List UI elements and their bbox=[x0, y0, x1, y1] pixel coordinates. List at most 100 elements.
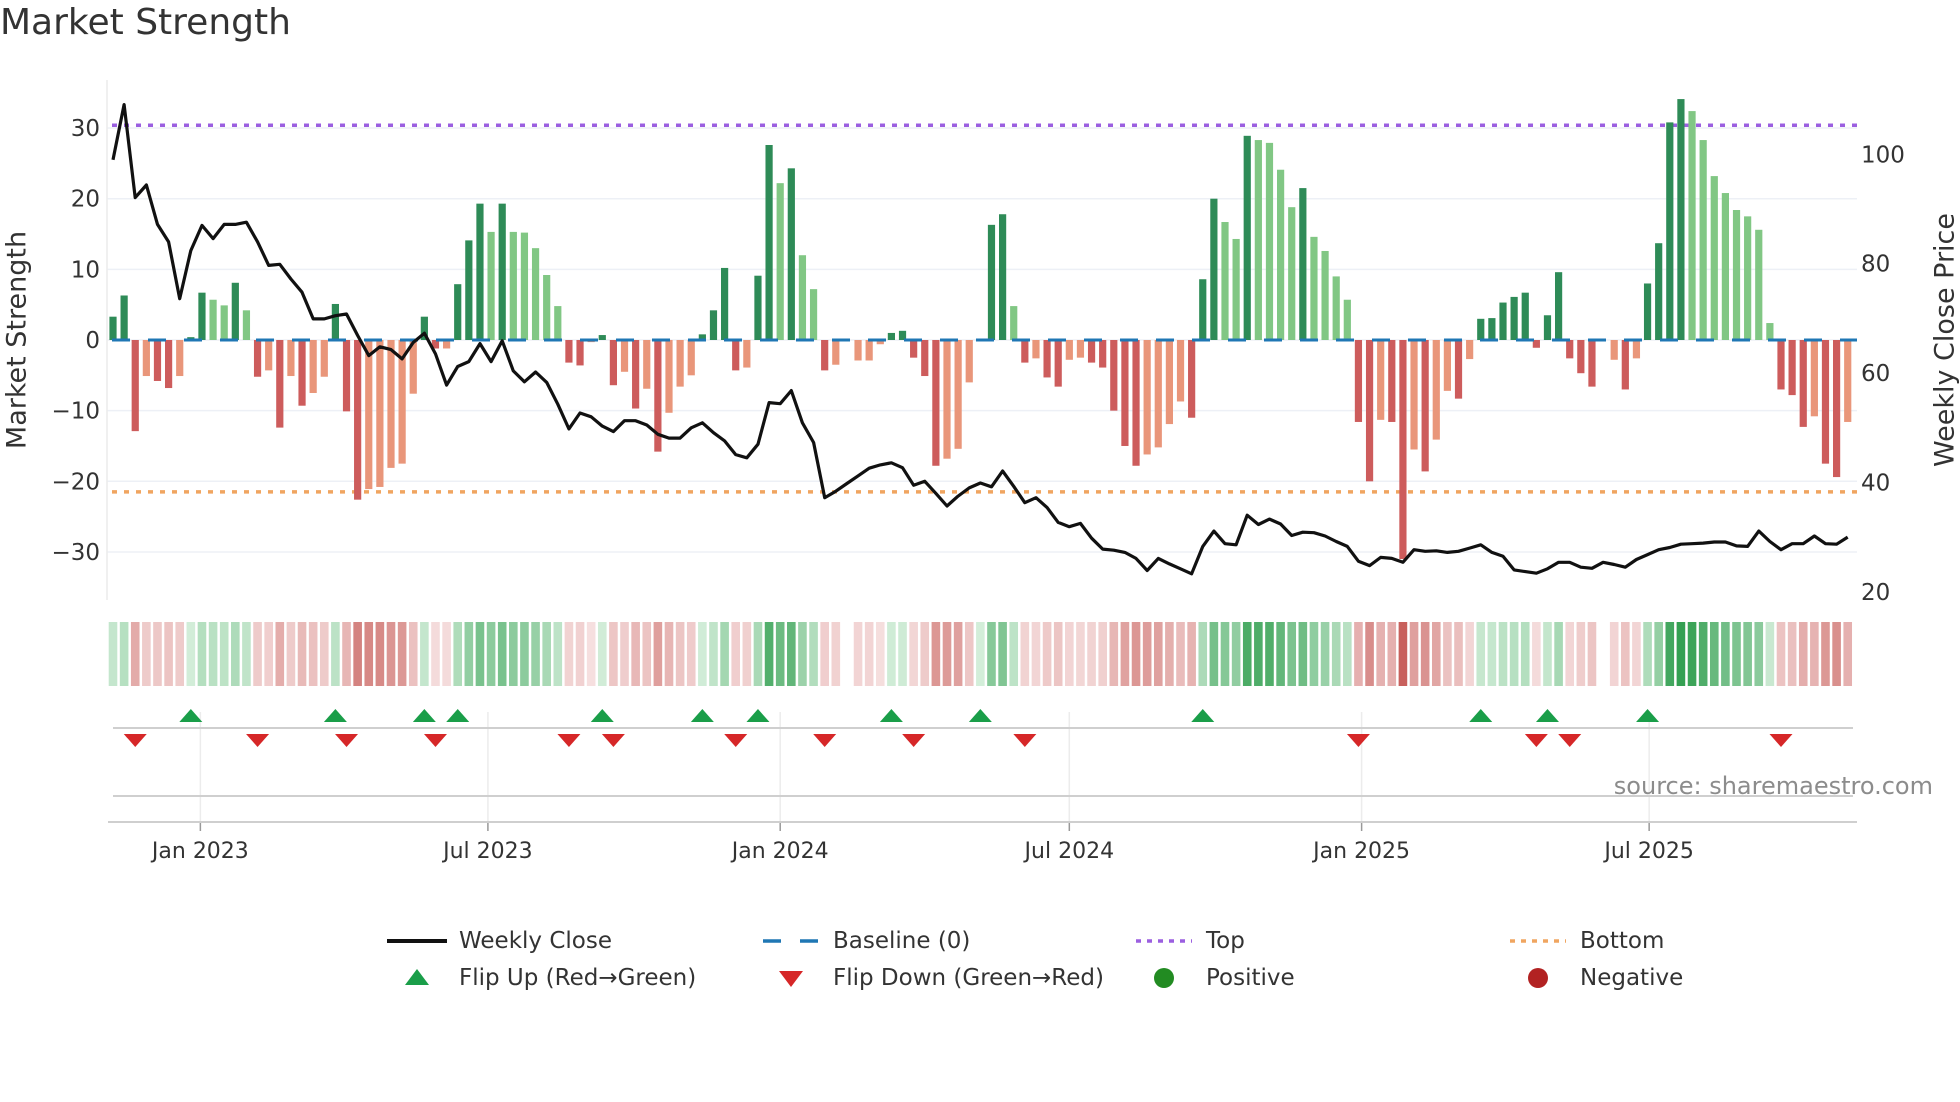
strength-bar bbox=[1788, 340, 1796, 396]
heatmap-cell bbox=[964, 622, 974, 686]
heatmap-cell bbox=[898, 622, 907, 686]
heatmap-cell bbox=[1643, 622, 1652, 686]
heatmap-cell bbox=[119, 622, 129, 686]
heatmap-cell bbox=[1665, 622, 1675, 686]
heatmap-cell bbox=[1265, 622, 1274, 686]
strength-bar bbox=[520, 232, 529, 340]
strength-bar bbox=[821, 340, 829, 371]
strength-bar bbox=[309, 340, 317, 393]
legend-item-positive[interactable]: Positive bbox=[1134, 963, 1295, 993]
heatmap-cell bbox=[998, 622, 1007, 686]
heatmap-cell bbox=[542, 622, 551, 686]
heatmap-cell bbox=[1298, 622, 1308, 686]
heatmap-cell bbox=[698, 622, 707, 686]
strength-bar bbox=[131, 340, 139, 432]
flip-up-marker bbox=[690, 709, 714, 722]
triangle-down-icon bbox=[779, 971, 803, 987]
heatmap-cell bbox=[1821, 622, 1830, 686]
heatmap-cell bbox=[164, 622, 173, 686]
strength-bar bbox=[1766, 323, 1774, 340]
x-tick-label: Jan 2024 bbox=[730, 839, 829, 864]
heatmap-cell bbox=[742, 622, 752, 686]
strength-bar bbox=[1721, 193, 1729, 340]
dashed-line-icon bbox=[763, 939, 819, 943]
heatmap-cell bbox=[208, 622, 218, 686]
heatmap-cell bbox=[442, 622, 451, 686]
heatmap-cell bbox=[731, 622, 741, 686]
flip-down-marker bbox=[123, 734, 147, 747]
legend-item-flip-down[interactable]: Flip Down (Green→Red) bbox=[761, 963, 1104, 993]
strength-bar bbox=[242, 310, 251, 340]
strength-bar bbox=[732, 340, 740, 371]
strength-bar bbox=[1377, 340, 1385, 420]
legend-item-negative[interactable]: Negative bbox=[1508, 963, 1683, 993]
heatmap-cell bbox=[809, 622, 818, 686]
strength-bar bbox=[365, 340, 373, 490]
strength-bar bbox=[1655, 243, 1663, 340]
heatmap-cell bbox=[1409, 622, 1419, 686]
legend-item-baseline[interactable]: Baseline (0) bbox=[761, 926, 970, 956]
heatmap-cell bbox=[475, 622, 485, 686]
strength-bar bbox=[1632, 340, 1641, 359]
flip-down-marker bbox=[423, 734, 447, 747]
y-right-tick-label: 60 bbox=[1861, 361, 1890, 387]
strength-bar bbox=[576, 340, 584, 366]
heatmap-cell bbox=[1098, 622, 1107, 686]
heatmap-cell bbox=[1031, 622, 1041, 686]
legend-item-flip-up[interactable]: Flip Up (Red→Green) bbox=[387, 963, 696, 993]
heatmap-cell bbox=[453, 622, 463, 686]
heatmap-cell bbox=[353, 622, 362, 686]
strength-bar bbox=[1210, 198, 1218, 340]
flip-down-marker bbox=[1558, 734, 1582, 747]
strength-bar bbox=[1466, 340, 1474, 360]
flip-up-marker bbox=[412, 709, 436, 722]
legend-item-weekly-close[interactable]: Weekly Close bbox=[387, 926, 612, 956]
heatmap-cell bbox=[1320, 622, 1330, 686]
strength-bar bbox=[1176, 340, 1185, 402]
strength-bar bbox=[620, 340, 629, 372]
flip-up-marker bbox=[1636, 709, 1660, 722]
strength-bar bbox=[609, 340, 617, 386]
green-circle-icon bbox=[1154, 968, 1174, 988]
heatmap-cell bbox=[308, 622, 318, 686]
heatmap-cell bbox=[953, 622, 963, 686]
legend-item-top[interactable]: Top bbox=[1134, 926, 1245, 956]
heatmap-cell bbox=[342, 622, 351, 686]
flip-up-marker bbox=[323, 709, 347, 722]
strength-bar bbox=[665, 340, 673, 413]
heatmap-cell bbox=[1431, 622, 1441, 686]
heatmap-cell bbox=[1676, 622, 1686, 686]
y-right-tick-label: 80 bbox=[1861, 252, 1890, 278]
strength-bar bbox=[253, 340, 262, 377]
flip-down-marker bbox=[246, 734, 270, 747]
heatmap-cell bbox=[1209, 622, 1219, 686]
strength-bar bbox=[643, 340, 651, 389]
strength-bar bbox=[709, 310, 718, 340]
heatmap-cell bbox=[875, 622, 885, 686]
heatmap-cell bbox=[253, 622, 262, 686]
legend-item-bottom[interactable]: Bottom bbox=[1508, 926, 1664, 956]
legend-label: Positive bbox=[1206, 965, 1295, 991]
x-tick-label: Jul 2023 bbox=[441, 839, 533, 864]
heatmap-cell bbox=[720, 622, 729, 686]
strength-bar bbox=[1065, 340, 1073, 360]
heatmap-cell bbox=[420, 622, 429, 686]
strength-bar bbox=[798, 255, 807, 340]
dotted-line-orange-icon bbox=[1510, 939, 1566, 943]
strength-bar bbox=[1443, 340, 1451, 391]
strength-bar bbox=[1710, 176, 1718, 340]
strength-bar bbox=[1477, 318, 1485, 340]
heatmap-cell bbox=[531, 622, 540, 686]
legend-label: Bottom bbox=[1580, 928, 1665, 954]
legend-label: Flip Up (Red→Green) bbox=[459, 965, 697, 991]
strength-bar bbox=[1810, 340, 1818, 417]
heatmap-cell bbox=[219, 622, 229, 686]
strength-bar bbox=[999, 214, 1007, 340]
flip-down-marker bbox=[724, 734, 748, 747]
y-right-tick-label: 20 bbox=[1861, 580, 1890, 606]
strength-bar bbox=[120, 295, 128, 340]
heatmap-cell bbox=[1142, 622, 1152, 686]
heatmap-cell bbox=[1454, 622, 1463, 686]
strength-bar bbox=[1499, 302, 1507, 340]
y-left-tick-label: −20 bbox=[51, 469, 100, 495]
